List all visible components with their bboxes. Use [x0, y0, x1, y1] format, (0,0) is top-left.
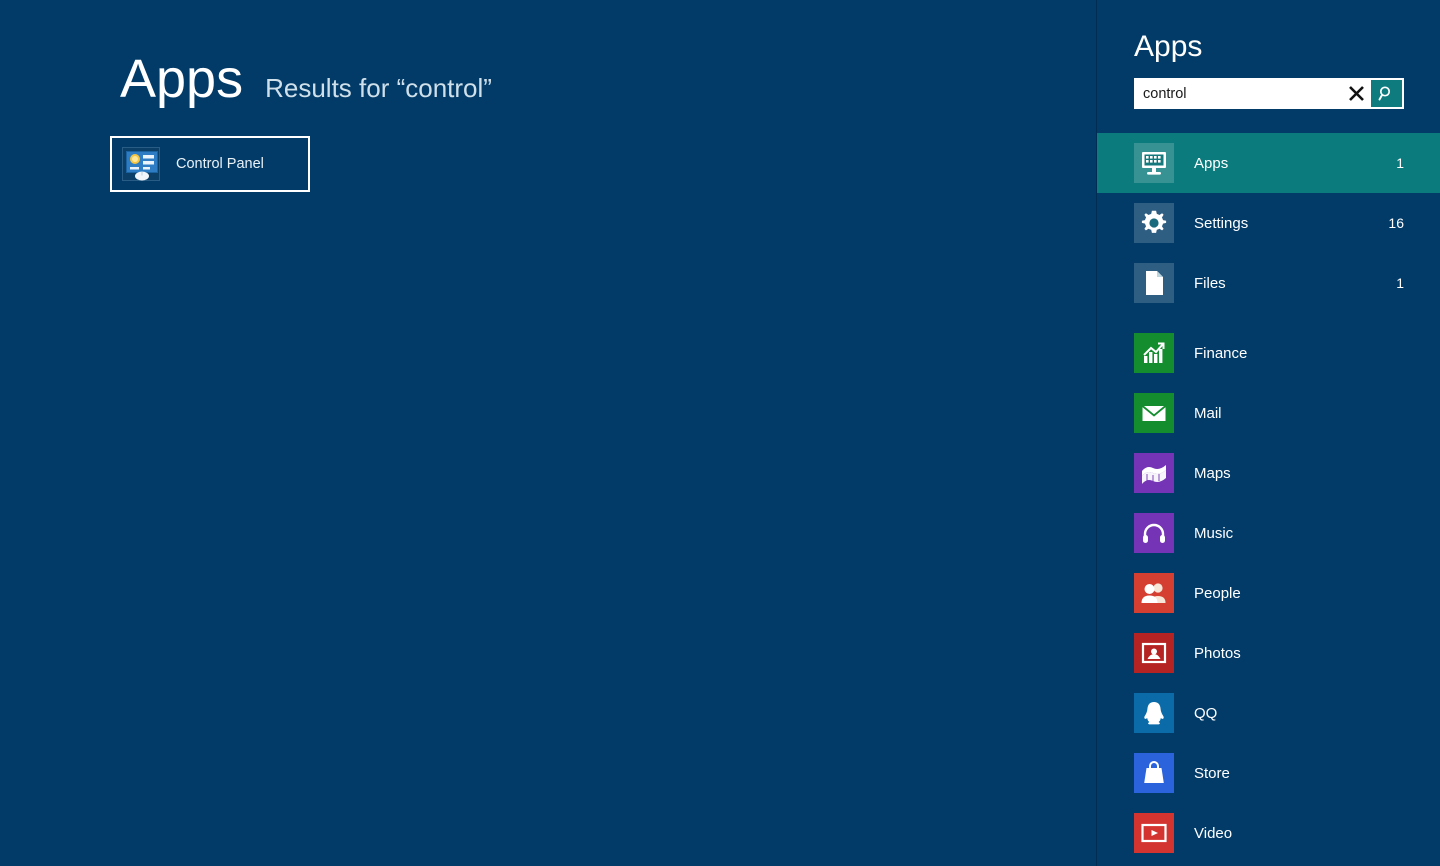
app-row-mail[interactable]: Mail: [1097, 383, 1440, 443]
finance-icon: [1134, 333, 1174, 373]
music-icon: [1134, 513, 1174, 553]
scope-label: Files: [1194, 274, 1226, 292]
video-icon: [1134, 813, 1174, 853]
maps-icon: [1134, 453, 1174, 493]
qq-icon: [1134, 693, 1174, 733]
app-row-store[interactable]: Store: [1097, 743, 1440, 803]
result-tile-control-panel[interactable]: Control Panel: [110, 136, 310, 192]
results-subtitle: Results for “control”: [265, 73, 492, 103]
scope-list: Apps 1 Settings 16 Files 1 Finance Mail …: [1097, 133, 1440, 863]
app-label: People: [1194, 584, 1241, 602]
app-label: Music: [1194, 524, 1234, 542]
page-title: Apps: [120, 49, 244, 109]
people-icon: [1134, 573, 1174, 613]
apps-icon: [1134, 143, 1174, 183]
app-row-qq[interactable]: QQ: [1097, 683, 1440, 743]
scope-count: 16: [1388, 215, 1404, 231]
results-area: Apps Results for “control” Control Panel: [0, 0, 1096, 866]
store-icon: [1134, 753, 1174, 793]
search-input[interactable]: [1134, 78, 1341, 109]
photos-icon: [1134, 633, 1174, 673]
app-row-photos[interactable]: Photos: [1097, 623, 1440, 683]
app-label: Mail: [1194, 404, 1222, 422]
mail-icon: [1134, 393, 1174, 433]
app-label: QQ: [1194, 704, 1218, 722]
app-label: Video: [1194, 824, 1233, 842]
result-tile-label: Control Panel: [176, 156, 264, 172]
scope-label: Settings: [1194, 214, 1249, 232]
close-icon[interactable]: [1341, 78, 1371, 109]
results-header: Apps Results for “control”: [120, 52, 492, 106]
search-box[interactable]: [1134, 78, 1404, 109]
app-row-video[interactable]: Video: [1097, 803, 1440, 863]
panel-title: Apps: [1134, 30, 1203, 63]
app-label: Maps: [1194, 464, 1231, 482]
scope-row-apps[interactable]: Apps 1: [1097, 133, 1440, 193]
scope-row-files[interactable]: Files 1: [1097, 253, 1440, 313]
file-icon: [1134, 263, 1174, 303]
scope-count: 1: [1396, 275, 1404, 291]
app-row-music[interactable]: Music: [1097, 503, 1440, 563]
search-panel: Apps control Apps 1 Settings 16 Files 1 …: [1096, 0, 1440, 866]
app-row-people[interactable]: People: [1097, 563, 1440, 623]
list-separator: [1097, 313, 1440, 323]
scope-row-settings[interactable]: Settings 16: [1097, 193, 1440, 253]
scope-count: 1: [1396, 155, 1404, 171]
app-row-finance[interactable]: Finance: [1097, 323, 1440, 383]
app-label: Photos: [1194, 644, 1241, 662]
gear-icon: [1134, 203, 1174, 243]
scope-label: Apps: [1194, 154, 1229, 172]
app-label: Finance: [1194, 344, 1248, 362]
search-icon[interactable]: [1371, 80, 1402, 107]
control-panel-icon: [122, 147, 160, 181]
app-row-maps[interactable]: Maps: [1097, 443, 1440, 503]
app-label: Store: [1194, 764, 1230, 782]
